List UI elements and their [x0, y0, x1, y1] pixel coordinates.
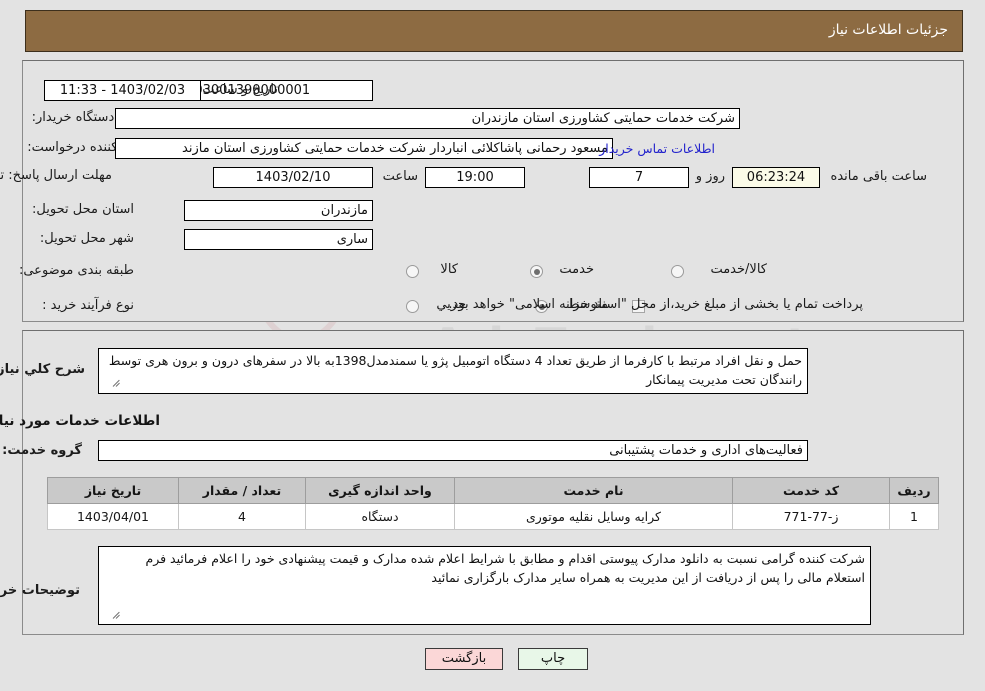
days-label: روز و — [695, 169, 725, 184]
response-deadline-label: مهلت ارسال پاسخ: تا تاریخ: — [0, 168, 112, 183]
table-row[interactable]: 1 ز-77-771 کرایه وسایل نقلیه موتوری دستگ… — [47, 503, 939, 530]
back-button[interactable]: بازگشت — [425, 648, 503, 670]
subject-category-label: طبقه بندی موضوعی: — [18, 263, 134, 278]
cell-row: 1 — [889, 503, 939, 530]
th-qty: تعداد / مقدار — [178, 477, 306, 504]
cell-name: کرایه وسایل نقلیه موتوری — [454, 503, 733, 530]
table-header-row: ردیف کد خدمت نام خدمت واحد اندازه گیری ت… — [47, 477, 939, 504]
radio-category-khedmat[interactable] — [530, 265, 543, 278]
general-description-label: شرح کلي نیاز: — [0, 362, 85, 377]
buyer-org-value: شرکت خدمات حمایتی کشاورزی استان مازندران — [115, 108, 740, 129]
cell-unit: دستگاه — [305, 503, 455, 530]
buyer-notes-textarea[interactable]: شرکت کننده گرامی نسبت به دانلود مدارک پی… — [98, 546, 871, 625]
radio-process-jozii[interactable] — [406, 300, 419, 313]
services-section-heading: اطلاعات خدمات مورد نیاز — [0, 413, 160, 429]
deadline-time-value: 19:00 — [425, 167, 525, 188]
radio-category-khedmat-label: خدمت — [559, 262, 594, 277]
services-table: ردیف کد خدمت نام خدمت واحد اندازه گیری ت… — [47, 477, 939, 530]
deadline-hour-label: ساعت — [382, 169, 418, 184]
buyer-notes-label: توضیحات خریدار: — [0, 583, 80, 598]
th-name: نام خدمت — [454, 477, 733, 504]
delivery-city-value: ساری — [184, 229, 373, 250]
delivery-city-label: شهر محل تحویل: — [39, 231, 134, 246]
print-button[interactable]: چاپ — [518, 648, 588, 670]
radio-category-kala-khedmat[interactable] — [671, 265, 684, 278]
th-unit: واحد اندازه گیری — [305, 477, 455, 504]
cell-date: 1403/04/01 — [47, 503, 179, 530]
general-description-textarea[interactable]: حمل و نقل افراد مرتبط با کارفرما از طریق… — [98, 348, 808, 394]
radio-category-kala-khedmat-label: کالا/خدمت — [710, 262, 767, 277]
radio-category-kala[interactable] — [406, 265, 419, 278]
service-group-label: گروه خدمت: — [2, 443, 82, 458]
countdown-timer: 06:23:24 — [732, 167, 820, 188]
page-root: AriaTender.net AriaTender جزئیات اطلاعات… — [0, 0, 985, 691]
buyer-contact-link[interactable]: اطلاعات تماس خریدار — [599, 141, 715, 156]
page-title: جزئیات اطلاعات نیاز — [828, 22, 948, 38]
services-table-wrapper: ردیف کد خدمت نام خدمت واحد اندازه گیری ت… — [47, 477, 939, 530]
page-header-bar: جزئیات اطلاعات نیاز — [25, 10, 963, 52]
cell-qty: 4 — [178, 503, 306, 530]
deadline-date-value: 1403/02/10 — [213, 167, 373, 188]
cell-code: ز-77-771 — [732, 503, 890, 530]
radio-category-kala-label: کالا — [440, 262, 458, 277]
buyer-notes-resize-handle[interactable] — [112, 610, 123, 621]
service-group-value: فعالیت‌های اداری و خدمات پشتیبانی — [98, 440, 808, 461]
request-creator-value: مسعود رحمانی پاشاکلائی انباردار شرکت خدم… — [115, 138, 613, 159]
th-date: تاریخ نیاز — [47, 477, 179, 504]
treasury-note-text: پرداخت تمام یا بخشی از مبلغ خرید،از محل … — [448, 297, 863, 312]
description-resize-handle[interactable] — [112, 378, 123, 389]
th-code: کد خدمت — [732, 477, 890, 504]
countdown-label: ساعت باقی مانده — [830, 169, 927, 184]
delivery-province-value: مازندران — [184, 200, 373, 221]
days-remaining-value: 7 — [589, 167, 689, 188]
purchase-process-label: نوع فرآیند خرید : — [42, 298, 134, 313]
delivery-province-label: استان محل تحویل: — [32, 202, 134, 217]
public-announce-value: 1403/02/03 - 11:33 — [44, 80, 201, 101]
th-row: ردیف — [889, 477, 939, 504]
